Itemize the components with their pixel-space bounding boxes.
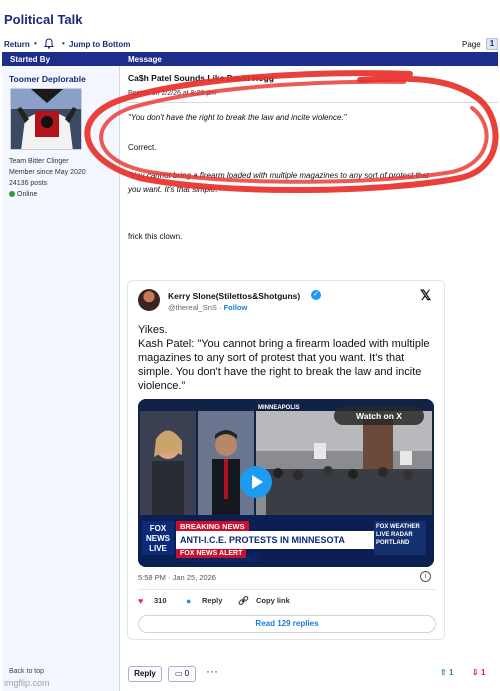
topic-nav-bar: Return • • Jump to Bottom Page 1 bbox=[4, 38, 498, 52]
comment-count-button[interactable]: ▭ 0 bbox=[168, 666, 196, 682]
video-player[interactable]: MINNEAPOLIS Watch on X FOX NEWS LIVE BRE… bbox=[138, 399, 434, 567]
reply-text: Correct. bbox=[128, 143, 157, 152]
verified-badge-icon: ✓ bbox=[311, 290, 321, 300]
tweet-handle[interactable]: @thereal_SnS bbox=[168, 303, 217, 312]
avatar[interactable] bbox=[138, 289, 160, 311]
location-tag: MINNEAPOLIS bbox=[258, 405, 300, 411]
upvote-button[interactable]: ⇧ 1 bbox=[440, 668, 453, 677]
bell-icon[interactable] bbox=[44, 38, 54, 51]
member-since: Member since May 2020 bbox=[9, 169, 86, 176]
downvote-button[interactable]: ⇩ 1 bbox=[472, 668, 485, 677]
tweet-text: Yikes. Kash Patel: "You cannot bring a f… bbox=[138, 323, 436, 393]
tweet-reply-button[interactable]: Reply bbox=[202, 596, 222, 605]
downvote-count: 1 bbox=[480, 668, 486, 677]
follow-link[interactable]: Follow bbox=[224, 303, 248, 312]
fox-news-logo: FOX NEWS LIVE bbox=[142, 521, 174, 555]
tweet-embed[interactable]: Kerry Slone(Stilettos&Shotguns) ✓ @there… bbox=[127, 280, 445, 640]
divider bbox=[138, 589, 436, 590]
watch-on-x-button[interactable]: Watch on X bbox=[334, 407, 424, 425]
comment-icon: ▭ bbox=[174, 669, 183, 678]
tweet-text-line: Kash Patel: "You cannot bring a firearm … bbox=[138, 338, 430, 392]
quote-line: "You don't have the right to break the l… bbox=[128, 113, 347, 122]
link-icon[interactable] bbox=[238, 595, 249, 608]
heart-icon[interactable]: ♥ bbox=[138, 596, 143, 606]
return-link[interactable]: Return bbox=[4, 40, 30, 49]
post-count: 24136 posts bbox=[9, 180, 48, 187]
more-options-icon[interactable]: ··· bbox=[206, 664, 218, 678]
tweet-handle-line: @thereal_SnS · Follow bbox=[168, 303, 248, 312]
like-count[interactable]: 310 bbox=[154, 596, 167, 605]
upvote-arrow-icon: ⇧ bbox=[440, 668, 447, 677]
divider bbox=[126, 102, 498, 103]
reply-button[interactable]: Reply bbox=[128, 666, 162, 682]
forum-title[interactable]: Political Talk bbox=[4, 12, 83, 27]
reply-icon[interactable]: ● bbox=[186, 596, 191, 606]
separator-dot: • bbox=[34, 39, 37, 48]
online-status-label: Online bbox=[17, 191, 38, 198]
info-icon[interactable]: i bbox=[420, 571, 431, 582]
back-to-top-link[interactable]: Back to top bbox=[9, 668, 44, 675]
quote-line: you want. It's that simple." bbox=[128, 185, 221, 194]
quote-line: "You cannot bring a firearm loaded with … bbox=[128, 171, 429, 180]
news-headline: ANTI-I.C.E. PROTESTS IN MINNESOTA AFTER … bbox=[176, 531, 376, 563]
page-label: Page bbox=[462, 40, 481, 49]
tweet-author-name[interactable]: Kerry Slone(Stilettos&Shotguns) bbox=[168, 291, 300, 301]
started-by-header: Started By bbox=[10, 55, 51, 64]
tweet-timestamp[interactable]: 5:58 PM · Jan 25, 2026 bbox=[138, 573, 216, 582]
online-status: Online bbox=[9, 191, 37, 198]
author-rank: Team Bitter Clinger bbox=[9, 158, 69, 165]
play-icon[interactable] bbox=[240, 466, 272, 498]
fox-weather-badge: FOX WEATHER LIVE RADAR PORTLAND bbox=[374, 521, 426, 555]
online-dot-icon bbox=[9, 191, 15, 197]
comment-count: 0 bbox=[184, 669, 190, 678]
downvote-arrow-icon: ⇩ bbox=[472, 668, 479, 677]
avatar[interactable] bbox=[10, 88, 82, 150]
copy-link-button[interactable]: Copy link bbox=[256, 596, 290, 605]
tweet-actions: ♥ 310 ● Reply Copy link bbox=[138, 595, 436, 608]
message-header: Message bbox=[128, 55, 162, 64]
jump-to-bottom-link[interactable]: Jump to Bottom bbox=[69, 40, 130, 49]
post-timestamp: Posted on 2/2/26 at 8:29 pm bbox=[128, 90, 216, 97]
author-panel: Toomer Deplorable Team Bitter Clinger Me… bbox=[2, 66, 120, 691]
reply-text: frick this clown. bbox=[128, 232, 183, 241]
tweet-text-line: Yikes. bbox=[138, 324, 168, 336]
news-alert-banner: FOX NEWS ALERT bbox=[176, 549, 247, 558]
imgflip-watermark: imgflip.com bbox=[4, 678, 50, 688]
x-logo-icon[interactable]: 𝕏 bbox=[420, 287, 431, 304]
upvote-count: 1 bbox=[448, 668, 454, 677]
read-replies-button[interactable]: Read 129 replies bbox=[138, 615, 436, 633]
separator-dot: • bbox=[62, 39, 65, 48]
author-name[interactable]: Toomer Deplorable bbox=[9, 74, 86, 84]
thread-header: Started By Message bbox=[2, 52, 498, 66]
post-footer: Reply ▭ 0 ··· ⇧ 1 ⇩ 1 bbox=[126, 664, 498, 686]
page-number-button[interactable]: 1 bbox=[486, 38, 498, 50]
post-title: Ca$h Patel Sounds Like David Hogg bbox=[128, 73, 274, 83]
